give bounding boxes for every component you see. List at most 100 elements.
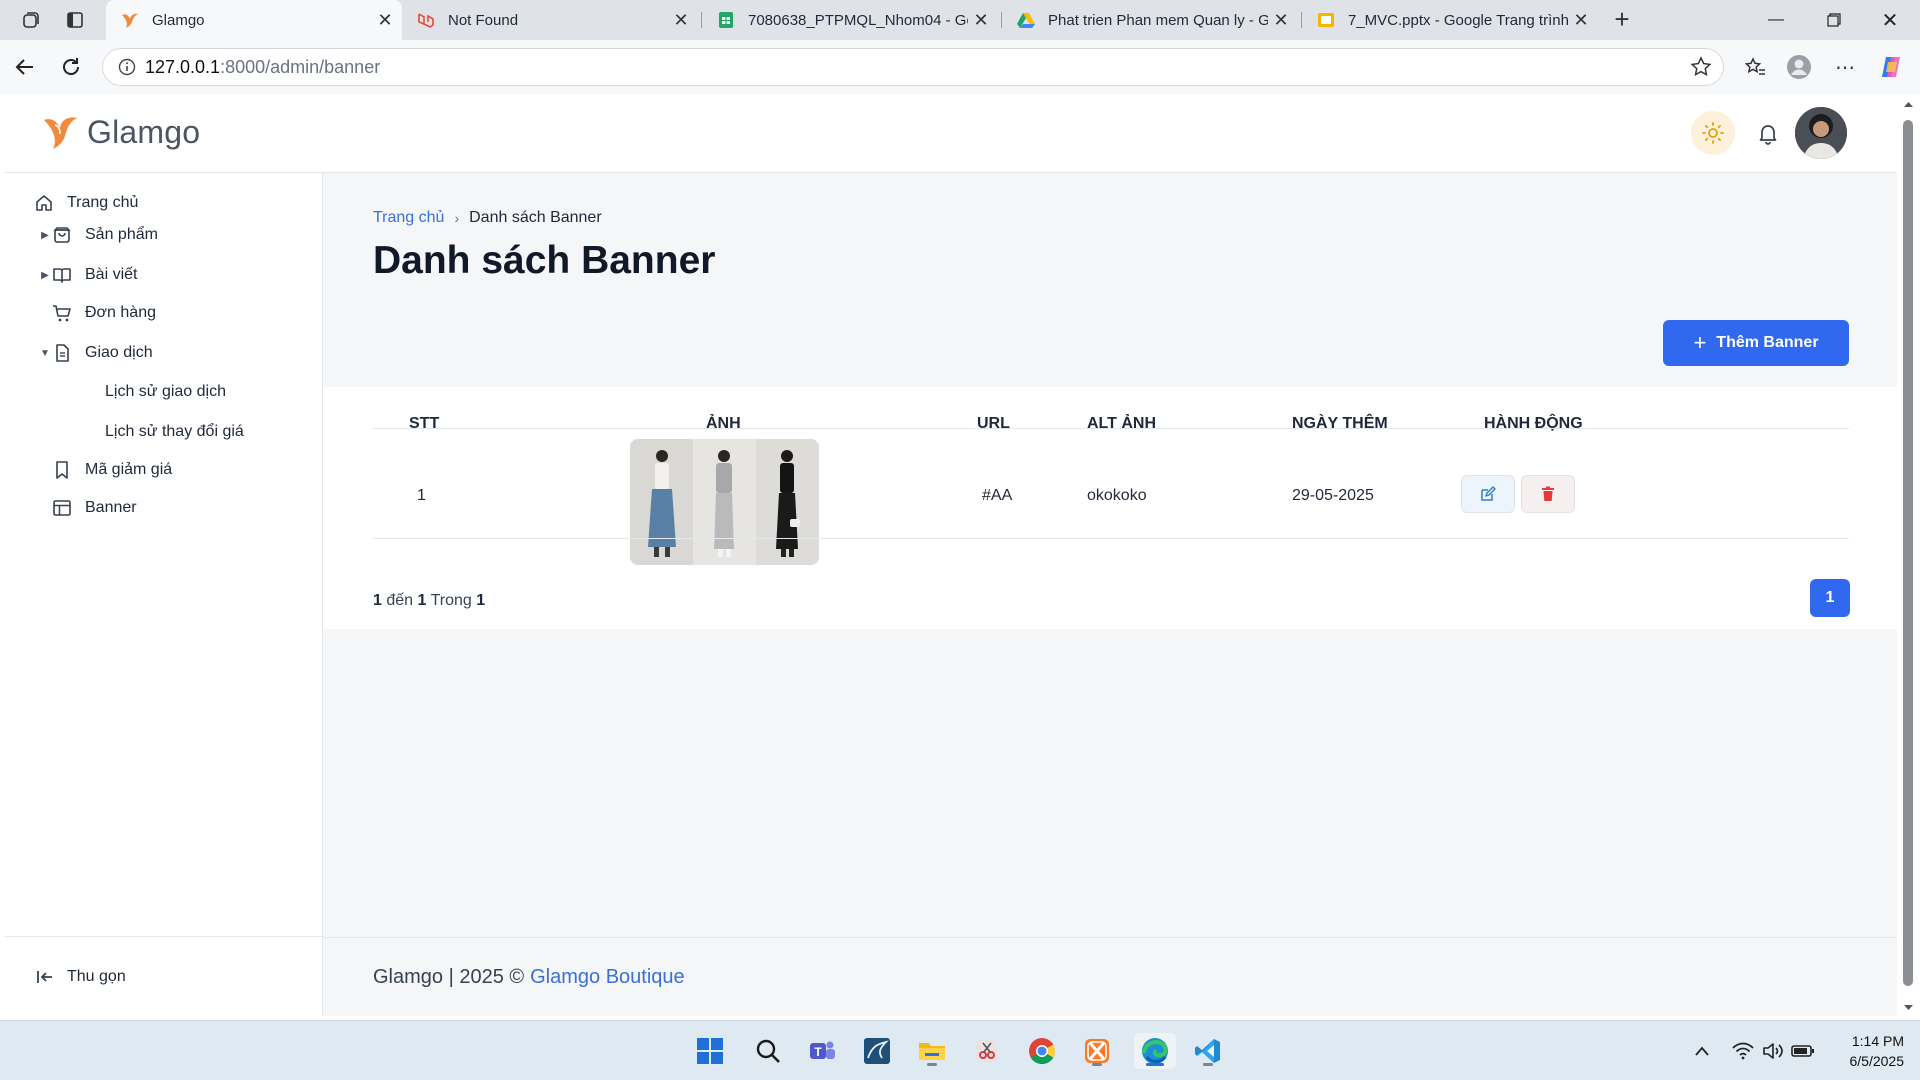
shopping-bag-icon — [51, 224, 73, 246]
sidebar-item-label: Mã giảm giá — [85, 461, 173, 478]
main-content: Trang chủ › Danh sách Banner Danh sách B… — [323, 173, 1897, 1016]
edit-icon — [1481, 486, 1496, 501]
sidebar-item-price-history[interactable]: Lịch sử thay đổi giá — [105, 416, 244, 448]
cell-date: 29-05-2025 — [1292, 487, 1374, 504]
footer-link[interactable]: Glamgo Boutique — [530, 966, 685, 989]
more-menu-icon[interactable]: ⋯ — [1830, 52, 1860, 82]
windows-start-icon[interactable] — [692, 1033, 728, 1069]
tab-title: Glamgo — [152, 11, 205, 29]
book-icon — [51, 264, 73, 286]
scroll-down-icon[interactable] — [1897, 1000, 1920, 1016]
vertical-tabs-icon[interactable] — [62, 8, 88, 32]
running-indicator — [1092, 1063, 1102, 1066]
site-info-icon[interactable] — [109, 58, 145, 76]
add-banner-button[interactable]: + Thêm Banner — [1663, 320, 1849, 366]
reload-icon[interactable] — [54, 50, 88, 84]
favorites-icon[interactable] — [1740, 52, 1770, 82]
sidebar-item-transactions[interactable]: ▼ Giao dịch — [39, 337, 153, 369]
theme-toggle-button[interactable] — [1691, 111, 1735, 155]
workspaces-icon[interactable] — [18, 8, 44, 32]
banner-thumbnail[interactable] — [630, 439, 819, 565]
volume-icon[interactable] — [1760, 1039, 1786, 1063]
browser-toolbar: 127.0.0.1:8000/admin/banner ⋯ — [0, 40, 1920, 94]
caret-down-icon: ▼ — [40, 347, 50, 359]
xampp-icon[interactable] — [1079, 1033, 1115, 1069]
column-header-actions: HÀNH ĐỘNG — [1484, 415, 1583, 432]
mysql-workbench-icon[interactable] — [859, 1033, 895, 1069]
sidebar-item-banner[interactable]: Banner — [51, 492, 137, 524]
glamgo-logo-icon — [120, 10, 140, 30]
close-icon[interactable]: ✕ — [968, 7, 994, 33]
sidebar-item-label: Bài viết — [85, 266, 138, 283]
brand-logo[interactable]: Glamgo — [41, 112, 200, 152]
breadcrumb-home-link[interactable]: Trang chủ — [373, 209, 444, 227]
column-header-image: ẢNH — [706, 415, 741, 432]
tab-drive[interactable]: Phat trien Phan mem Quan ly - Go ✕ — [1002, 0, 1298, 40]
collapse-sidebar-button[interactable]: Thu gọn — [5, 936, 322, 1016]
close-icon[interactable]: ✕ — [1268, 7, 1294, 33]
close-icon[interactable]: ✕ — [372, 7, 398, 33]
tab-title: Not Found — [448, 11, 519, 29]
google-drive-icon — [1016, 10, 1036, 30]
close-window-button[interactable]: ✕ — [1862, 0, 1918, 40]
tab-glamgo[interactable]: Glamgo ✕ — [106, 0, 402, 40]
copilot-icon[interactable] — [1876, 52, 1906, 82]
close-icon[interactable]: ✕ — [668, 7, 694, 33]
layout-icon — [51, 497, 73, 519]
sidebar-item-products[interactable]: ▶ Sản phẩm — [39, 219, 158, 251]
sidebar-item-label: Banner — [85, 499, 137, 516]
snipping-icon[interactable] — [969, 1033, 1005, 1069]
page-footer: Glamgo | 2025 © Glamgo Boutique — [323, 937, 1897, 1016]
svg-text:T: T — [814, 1045, 822, 1059]
sidebar-item-label: Đơn hàng — [85, 304, 156, 321]
sidebar-item-posts[interactable]: ▶ Bài viết — [39, 259, 137, 291]
sidebar-item-orders[interactable]: Đơn hàng — [51, 297, 156, 329]
sidebar-item-coupons[interactable]: Mã giảm giá — [51, 454, 172, 486]
delete-button[interactable] — [1521, 475, 1575, 513]
scrollbar-thumb[interactable] — [1903, 120, 1913, 986]
restore-button[interactable] — [1806, 0, 1862, 40]
chevron-up-icon[interactable] — [1692, 1039, 1712, 1063]
sidebar-item-home[interactable]: Trang chủ — [33, 187, 138, 219]
teams-icon[interactable]: T — [804, 1033, 840, 1069]
sidebar-item-label: Lịch sử thay đổi giá — [105, 423, 244, 440]
scroll-up-icon[interactable] — [1897, 96, 1920, 112]
close-icon[interactable]: ✕ — [1568, 7, 1594, 33]
chrome-icon[interactable] — [1024, 1033, 1060, 1069]
search-icon[interactable] — [750, 1033, 786, 1069]
home-icon — [33, 192, 55, 214]
sidebar-item-label: Giao dịch — [85, 344, 153, 361]
favorite-star-icon[interactable] — [1689, 55, 1713, 84]
glamgo-logo-icon — [44, 117, 77, 149]
collapse-label: Thu gọn — [67, 967, 126, 985]
system-clock[interactable]: 1:14 PM 6/5/2025 — [1820, 1031, 1905, 1071]
profile-icon[interactable] — [1784, 52, 1814, 82]
page-title: Danh sách Banner — [373, 239, 716, 282]
tab-slides[interactable]: 7_MVC.pptx - Google Trang trình ✕ — [1302, 0, 1598, 40]
vscode-icon[interactable] — [1190, 1033, 1226, 1069]
notifications-button[interactable] — [1751, 116, 1785, 150]
plus-icon: + — [1693, 330, 1707, 355]
user-avatar[interactable] — [1795, 107, 1847, 159]
tab-sheets[interactable]: 7080638_PTPMQL_Nhom04 - Goo ✕ — [702, 0, 998, 40]
collapse-left-icon — [35, 967, 55, 987]
google-sheets-icon — [716, 10, 736, 30]
edit-button[interactable] — [1461, 475, 1515, 513]
page-scrollbar[interactable] — [1897, 94, 1920, 1016]
sidebar: Trang chủ ▶ Sản phẩm ▶ Bài viết Đơn hàng… — [5, 173, 323, 1016]
tab-not-found[interactable]: Not Found ✕ — [402, 0, 698, 40]
sidebar-item-label: Lịch sử giao dịch — [105, 383, 226, 400]
breadcrumb-current: Danh sách Banner — [469, 209, 602, 226]
page-1-button[interactable]: 1 — [1810, 579, 1850, 617]
edge-icon[interactable] — [1134, 1033, 1176, 1069]
new-tab-button[interactable]: + — [1608, 6, 1636, 34]
address-bar[interactable]: 127.0.0.1:8000/admin/banner — [102, 48, 1724, 86]
wifi-icon[interactable] — [1730, 1039, 1756, 1063]
back-icon[interactable] — [8, 50, 42, 84]
sidebar-item-transaction-history[interactable]: Lịch sử giao dịch — [105, 376, 226, 408]
document-icon — [51, 342, 73, 364]
minimize-button[interactable]: — — [1748, 0, 1804, 40]
clock-date: 6/5/2025 — [1849, 1053, 1905, 1069]
file-explorer-icon[interactable] — [914, 1033, 950, 1069]
battery-icon[interactable] — [1790, 1039, 1816, 1063]
